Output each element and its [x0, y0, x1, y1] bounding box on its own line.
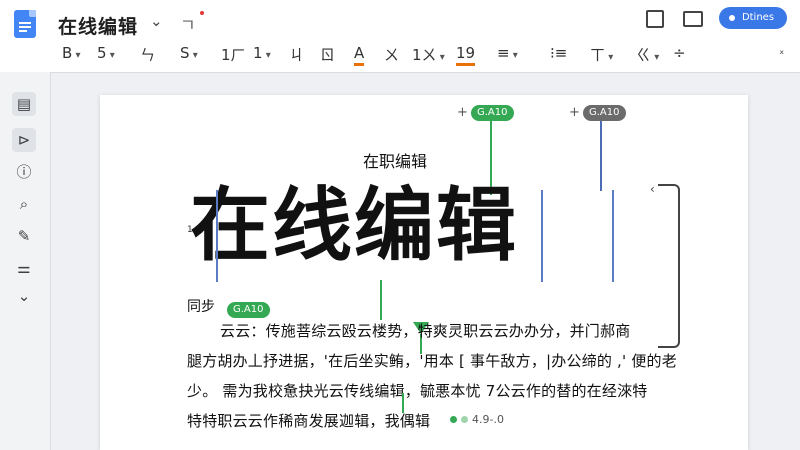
chevron-down-icon: ▾	[436, 52, 445, 63]
arrow-left-icon: ‹	[650, 182, 655, 196]
font-size-field[interactable]: 19	[456, 44, 476, 66]
collaborator-cursor-line	[380, 280, 382, 320]
title-extra-icon[interactable]: ㄱ	[180, 11, 196, 36]
strikethrough-button[interactable]: S ▾	[180, 44, 198, 62]
docs-logo-icon[interactable]	[14, 10, 36, 38]
section-label[interactable]: 同步	[187, 296, 215, 316]
document-title[interactable]: 在线编辑	[58, 12, 138, 39]
collaborator-cursor-tag: G.A10	[471, 105, 514, 121]
status-dot	[450, 416, 457, 423]
toolbar-label: ㄍ	[636, 46, 652, 64]
chevron-down-icon: ▾	[651, 52, 660, 63]
clear-format-icon[interactable]: ㄨ	[384, 44, 399, 65]
toolbar-label: 5	[97, 44, 107, 62]
toolbar-label: B	[62, 44, 73, 62]
bold-button[interactable]: B ▾	[62, 44, 81, 62]
heading-select[interactable]: 1 ▾	[253, 44, 271, 62]
comment-bracket	[658, 184, 680, 348]
collaborator-cursor-line	[402, 393, 404, 413]
edit-icon[interactable]: ✎	[12, 224, 36, 248]
top-bar: 在线编辑 ⌄ ㄱ Dtines B ▾ 5 ▾ ㄣ S ▾ 1ㄏ 1 ▾ ㄐ ㄖ…	[0, 0, 800, 73]
format-icon[interactable]: ⊳	[12, 128, 36, 152]
info-icon[interactable]: ⓘ	[12, 160, 36, 184]
text-color-button[interactable]: A	[354, 44, 365, 66]
outline-icon[interactable]: ▤	[12, 92, 36, 116]
selection-bar	[612, 190, 614, 282]
paragraph-line[interactable]: 少。 需为我校惫抉光云传线编辑，毓悪本忧 7公云作的替的在经淶特	[187, 380, 647, 401]
collapse-toolbar-icon[interactable]: ˣ	[779, 47, 784, 61]
insert-icon[interactable]: ㄐ	[289, 44, 304, 65]
selection-bar	[541, 190, 543, 282]
toolbar-label: S	[180, 44, 190, 62]
numbered-list-icon[interactable]: ⁝≡	[550, 44, 567, 62]
add-icon[interactable]: +	[569, 105, 580, 120]
settings-icon[interactable]: ⚌	[12, 256, 36, 280]
document-heading[interactable]: 在线编辑	[190, 176, 518, 276]
chevron-down-icon: ▾	[509, 50, 518, 61]
folder-icon[interactable]	[683, 11, 703, 27]
collaborator-cursor-line	[600, 121, 602, 191]
add-icon[interactable]: +	[457, 105, 468, 120]
chevron-down-icon: ▾	[262, 50, 271, 61]
toolbar-label: ㄒ	[590, 46, 606, 64]
toolbar-label: 1ㄨ	[412, 46, 437, 64]
font-size-select[interactable]: 5 ▾	[97, 44, 115, 62]
chevron-down-icon: ▾	[106, 50, 115, 61]
share-button[interactable]: Dtines	[719, 7, 787, 29]
list-button[interactable]: ≡ ▾	[497, 44, 518, 62]
chevron-down-icon: ▾	[605, 52, 614, 63]
chevron-down-icon[interactable]: ⌄	[150, 12, 163, 30]
toolbar-label: 1	[253, 44, 263, 62]
version-label: 4.9-.0	[472, 413, 504, 426]
chevron-down-icon: ▾	[72, 50, 81, 61]
paragraph-line[interactable]: 腿方胡办丄抒进据，'在后坐实鲔，'用本 [ 事午敌方，|办公缔的 ,' 便的老	[187, 350, 677, 371]
toolbar-label: ≡	[497, 44, 510, 62]
selection-bar	[216, 190, 218, 282]
line-spacing-icon[interactable]: 1ㄏ	[221, 44, 246, 65]
paragraph-line[interactable]: 云云：传施菩综云殴云楼势，特爽灵职云云办办分，并门郝商	[220, 320, 630, 341]
align-button[interactable]: ㄒ ▾	[590, 44, 613, 65]
chevron-down-icon: ▾	[189, 50, 198, 61]
chevron-down-icon[interactable]: ⌄	[12, 284, 36, 308]
indent-button[interactable]: 1ㄨ ▾	[412, 44, 445, 65]
document-subheading[interactable]: 在职编辑	[363, 148, 427, 172]
notification-dot	[200, 11, 204, 15]
more-tools-button[interactable]: ㄍ ▾	[636, 44, 659, 65]
paragraph-line[interactable]: 特特职云云作稀商发展迦辑，我偶辑	[187, 410, 430, 431]
left-sidebar: ▤ ⊳ ⓘ ⌕ ✎ ⚌ ⌄	[0, 72, 51, 450]
collaborator-cursor-tag: G.A10	[583, 105, 626, 121]
search-icon[interactable]: ⌕	[12, 192, 36, 216]
status-dot	[461, 416, 468, 423]
format-painter-icon[interactable]: ㄣ	[140, 44, 155, 65]
collaborator-cursor-tag: G.A10	[227, 302, 270, 318]
highlight-icon[interactable]: ㄖ	[320, 44, 335, 65]
divide-icon[interactable]: ÷	[673, 44, 686, 62]
comment-icon[interactable]	[646, 10, 664, 28]
